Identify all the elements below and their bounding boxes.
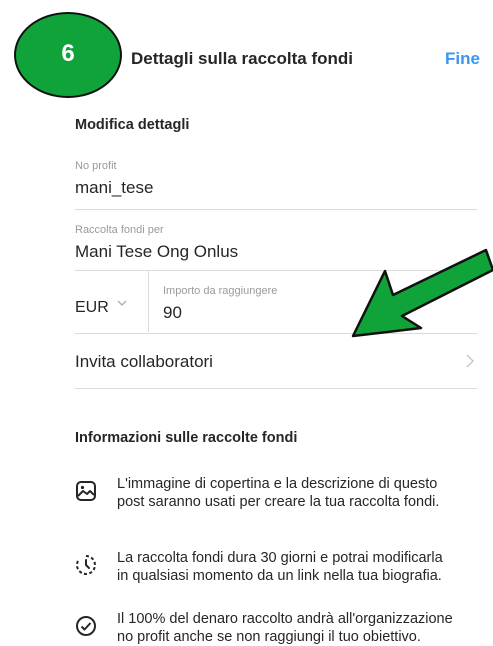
info-item-donation: Il 100% del denaro raccolto andrà all'or… (117, 610, 477, 646)
step-number-badge: 6 (14, 12, 122, 98)
divider (75, 209, 477, 210)
nonprofit-label: No profit (75, 160, 117, 172)
goal-amount-label: Importo da raggiungere (163, 285, 278, 297)
currency-select[interactable]: EUR (75, 299, 109, 317)
info-line: post saranno usati per creare la tua rac… (117, 494, 440, 510)
info-item-cover: L'immagine di copertina e la descrizione… (117, 475, 477, 511)
edit-details-heading: Modifica dettagli (75, 117, 190, 133)
check-circle-icon (76, 616, 96, 636)
image-icon (76, 481, 96, 501)
divider (148, 270, 149, 332)
done-button[interactable]: Fine (445, 49, 480, 69)
info-line: no profit anche se non raggiungi il tuo … (117, 629, 421, 645)
clock-icon (76, 555, 96, 575)
divider (75, 388, 477, 389)
invite-collaborators-label: Invita collaboratori (75, 352, 213, 371)
nonprofit-field[interactable]: mani_tese (75, 178, 153, 198)
info-heading: Informazioni sulle raccolte fondi (75, 430, 298, 446)
goal-amount-field[interactable]: 90 (163, 303, 182, 323)
page-title: Dettagli sulla raccolta fondi (131, 49, 353, 68)
fundraiser-for-label: Raccolta fondi per (75, 224, 164, 236)
info-line: Il 100% del denaro raccolto andrà all'or… (117, 611, 453, 627)
annotation-arrow-icon (351, 248, 493, 338)
info-line: La raccolta fondi dura 30 giorni e potra… (117, 550, 443, 566)
chevron-down-icon[interactable] (115, 296, 129, 310)
info-item-duration: La raccolta fondi dura 30 giorni e potra… (117, 549, 477, 585)
fundraiser-for-field[interactable]: Mani Tese Ong Onlus (75, 242, 238, 262)
step-number-label: 6 (61, 40, 75, 67)
info-line: L'immagine di copertina e la descrizione… (117, 476, 438, 492)
info-line: in qualsiasi momento da un link nella tu… (117, 568, 442, 584)
